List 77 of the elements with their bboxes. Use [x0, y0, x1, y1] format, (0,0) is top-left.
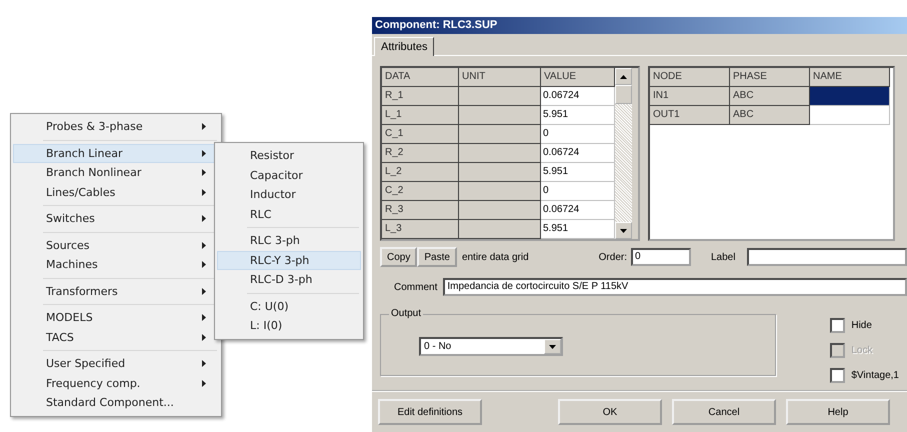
- table-cell: L_2: [382, 163, 459, 182]
- dialog-button[interactable]: OK: [558, 399, 662, 425]
- menu-item[interactable]: Machines: [13, 255, 219, 274]
- table-cell[interactable]: 0.06724: [541, 201, 615, 220]
- menu-item[interactable]: Capacitor: [217, 166, 361, 185]
- table-cell[interactable]: 5.951: [541, 163, 615, 182]
- dialog-button[interactable]: Cancel: [672, 399, 776, 425]
- table-cell[interactable]: 5.951: [541, 106, 615, 125]
- table-cell[interactable]: 0: [541, 182, 615, 201]
- menu-item[interactable]: Branch Nonlinear: [13, 163, 219, 182]
- tab[interactable]: Attributes: [374, 37, 434, 56]
- menu-item[interactable]: Lines/Cables: [13, 182, 219, 202]
- scroll-up-icon: [620, 74, 627, 78]
- menu-item[interactable]: Resistor: [217, 146, 361, 166]
- table-cell: R_1: [382, 87, 459, 106]
- window-title: Component: RLC3.SUP: [372, 17, 907, 34]
- table-cell: OUT1: [650, 106, 730, 125]
- column-header: NAME: [810, 68, 890, 87]
- scroll-down-button[interactable]: [615, 222, 632, 239]
- column-header: DATA: [382, 68, 459, 87]
- output-dropdown[interactable]: 0 - No: [419, 337, 563, 356]
- column-header: VALUE: [541, 68, 615, 87]
- checkbox[interactable]: [830, 318, 846, 333]
- grid-button[interactable]: Copy: [380, 247, 418, 267]
- table-cell[interactable]: 0: [541, 125, 615, 144]
- comment-label: Comment: [394, 282, 438, 292]
- scroll-down-icon: [620, 228, 627, 232]
- menu-item[interactable]: L: I(0): [217, 316, 361, 336]
- order-label: Order:: [598, 252, 627, 262]
- menu-item[interactable]: TACS: [13, 328, 219, 347]
- menu-item[interactable]: Inductor: [217, 185, 361, 204]
- scrollbar[interactable]: [615, 68, 632, 239]
- menu-item[interactable]: Probes & 3-phase: [13, 117, 219, 136]
- label-label: Label: [711, 252, 736, 262]
- grid-button[interactable]: Paste: [417, 247, 457, 267]
- table-cell: IN1: [650, 87, 730, 106]
- menu-item[interactable]: Frequency comp.: [13, 374, 219, 393]
- scroll-up-button[interactable]: [615, 68, 632, 85]
- menu-item[interactable]: MODELS: [13, 308, 219, 328]
- table-cell[interactable]: [810, 87, 890, 106]
- menu-item[interactable]: Sources: [13, 236, 219, 255]
- table-cell: L_1: [382, 106, 459, 125]
- column-header: PHASE: [730, 68, 810, 87]
- menu-item[interactable]: RLC 3-ph: [217, 231, 361, 250]
- table-cell[interactable]: 0.06724: [541, 144, 615, 163]
- menu-item[interactable]: RLC: [217, 204, 361, 224]
- menu-item[interactable]: RLC-D 3-ph: [217, 270, 361, 290]
- table-cell: C_1: [382, 125, 459, 144]
- comment-field[interactable]: Impedancia de cortocircuito S/E P 115kV: [443, 278, 907, 296]
- group-title: Output: [389, 308, 424, 319]
- menu-item[interactable]: Standard Component...: [13, 393, 219, 412]
- table-cell: ABC: [730, 87, 810, 106]
- table-cell: C_2: [382, 182, 459, 201]
- menu-item[interactable]: User Specified: [13, 354, 219, 374]
- grid-note: entire data grid: [462, 252, 529, 262]
- table-cell[interactable]: 5.951: [541, 220, 615, 239]
- table-cell: L_3: [382, 220, 459, 239]
- dialog-button[interactable]: Edit definitions: [378, 399, 482, 425]
- table-cell: R_3: [382, 201, 459, 220]
- label-field[interactable]: [747, 248, 907, 266]
- order-field[interactable]: 0: [631, 248, 691, 266]
- checkbox[interactable]: [830, 368, 846, 383]
- scroll-thumb[interactable]: [615, 85, 632, 104]
- column-header: NODE: [650, 68, 730, 87]
- checkbox-label: $Vintage,1: [851, 370, 899, 381]
- dialog-button[interactable]: Help: [786, 399, 890, 425]
- dropdown-caret-icon: [549, 344, 556, 348]
- menu-item[interactable]: C: U(0): [217, 296, 361, 316]
- menu-item[interactable]: Transformers: [13, 282, 219, 301]
- table-cell[interactable]: [810, 106, 890, 125]
- menu-item[interactable]: Switches: [13, 209, 219, 228]
- menu-item[interactable]: RLC-Y 3-ph: [217, 250, 361, 270]
- checkbox-label: Hide: [851, 320, 872, 331]
- table-cell: ABC: [730, 106, 810, 125]
- table-cell[interactable]: 0.06724: [541, 87, 615, 106]
- table-cell: R_2: [382, 144, 459, 163]
- column-header: UNIT: [459, 68, 541, 87]
